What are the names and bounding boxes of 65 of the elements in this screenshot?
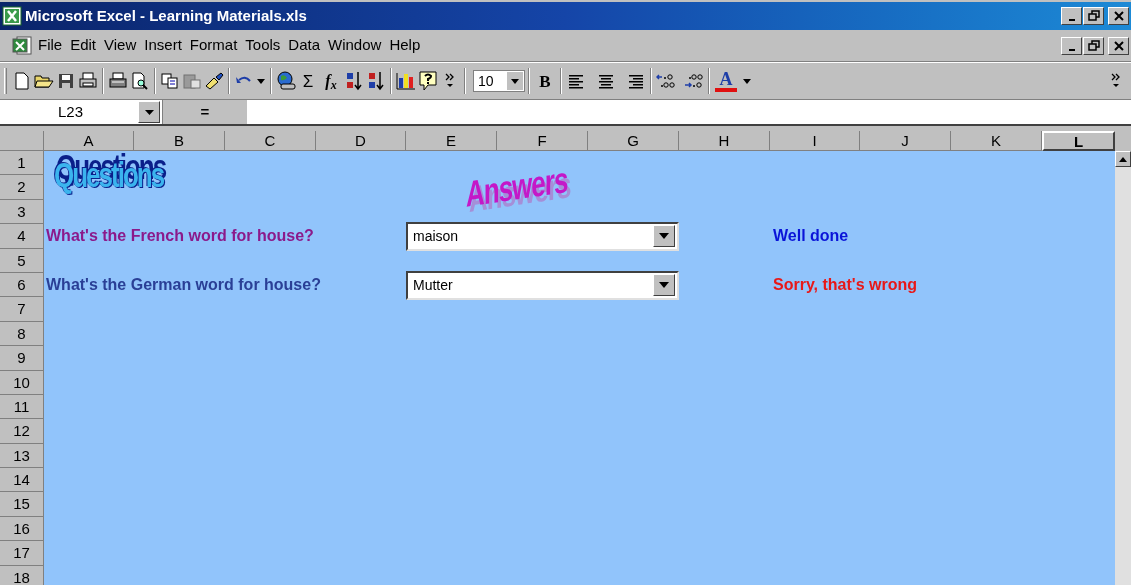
minimize-icon — [1068, 19, 1075, 21]
font-color-button[interactable]: A — [713, 69, 739, 93]
menu-item[interactable]: Edit — [66, 34, 101, 57]
caret-icon — [511, 78, 519, 84]
insert-function-button[interactable]: f$_{x}$ — [319, 69, 343, 93]
help-icon[interactable] — [417, 69, 439, 93]
autosum-button[interactable]: Σ — [297, 69, 319, 93]
menu-item[interactable]: Help — [385, 34, 425, 57]
column-header[interactable]: F — [497, 131, 588, 151]
restore-button[interactable] — [1083, 36, 1104, 55]
caret-icon — [659, 233, 669, 240]
question-text: What's the German word for house? — [46, 275, 321, 296]
question-text: What's the French word for house? — [46, 226, 314, 247]
minimize-button[interactable] — [1061, 36, 1082, 55]
column-header[interactable]: C — [225, 131, 316, 151]
bold-button[interactable]: B — [533, 69, 557, 93]
restore-icon — [1087, 10, 1100, 22]
column-header[interactable]: E — [406, 131, 497, 151]
column-header[interactable]: G — [588, 131, 679, 151]
menu-item[interactable]: Insert — [140, 34, 186, 57]
formula-equals: = — [200, 101, 210, 122]
restore-button[interactable] — [1083, 7, 1104, 25]
dropdown-button[interactable] — [653, 225, 675, 248]
answer-dropdown[interactable]: Mutter — [406, 270, 679, 300]
caret-icon[interactable] — [743, 78, 751, 84]
column-header[interactable]: A — [44, 131, 134, 151]
vertical-scrollbar[interactable] — [1115, 151, 1131, 585]
restore-icon — [1087, 39, 1100, 52]
window-title: Microsoft Excel - Learning Materials.xls — [25, 5, 307, 26]
menu-item[interactable]: View — [100, 34, 141, 57]
menu-item[interactable]: Format — [185, 34, 242, 57]
menu-item[interactable]: Window — [324, 34, 386, 57]
column-header[interactable]: H — [679, 131, 770, 151]
dropdown-button[interactable] — [653, 274, 675, 297]
feedback-text: Well done — [773, 226, 849, 247]
questions-wordart: Questions — [54, 153, 164, 197]
close-button[interactable] — [1108, 36, 1129, 55]
close-icon — [1112, 39, 1125, 52]
up-arrow-icon — [1119, 156, 1127, 162]
answer-dropdown[interactable]: maison — [406, 221, 679, 251]
column-header[interactable]: I — [770, 131, 860, 151]
close-button[interactable] — [1108, 7, 1129, 25]
font-size-field[interactable]: 10 — [473, 70, 525, 92]
scroll-up-button[interactable] — [1115, 151, 1131, 167]
spreadsheet-icon — [2, 6, 22, 26]
column-header[interactable]: B — [134, 131, 225, 151]
column-header[interactable]: D — [316, 131, 406, 151]
dropdown-button[interactable] — [507, 72, 523, 90]
close-icon — [1112, 10, 1125, 22]
answers-wordart: Answers — [466, 157, 568, 218]
caret-icon — [659, 282, 669, 289]
dropdown-button[interactable] — [138, 101, 160, 123]
menu-item[interactable]: File — [34, 34, 67, 57]
menu-item[interactable]: Tools — [241, 34, 285, 57]
column-header[interactable]: L — [1042, 131, 1115, 151]
minimize-button[interactable] — [1061, 7, 1082, 25]
column-header[interactable]: K — [951, 131, 1042, 151]
feedback-text: Sorry, that's wrong — [773, 275, 917, 296]
caret-icon — [144, 109, 154, 115]
column-header[interactable]: J — [860, 131, 951, 151]
workbook-icon[interactable] — [12, 35, 34, 56]
caret-icon[interactable] — [257, 78, 265, 84]
globe-icon[interactable] — [275, 69, 297, 93]
minimize-icon — [1068, 48, 1075, 51]
menu-item[interactable]: Data — [284, 34, 325, 57]
